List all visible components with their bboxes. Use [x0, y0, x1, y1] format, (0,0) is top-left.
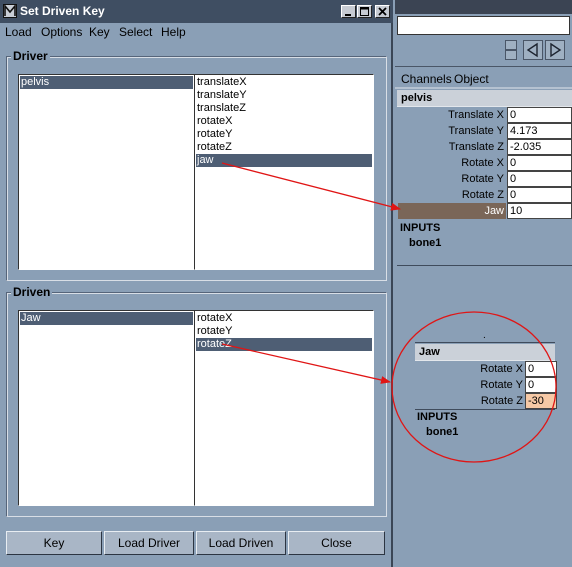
maximize-icon: [360, 7, 369, 16]
callout-bottom-line: [415, 409, 555, 410]
maximize-button[interactable]: [357, 5, 372, 18]
driver-attr-rotatez[interactable]: rotateZ: [196, 141, 372, 154]
driven-attr-rotatex[interactable]: rotateX: [196, 312, 372, 325]
load-driven-button[interactable]: Load Driven: [196, 531, 286, 555]
close-icon: [378, 7, 387, 16]
driven-object-item[interactable]: Jaw: [20, 312, 193, 325]
callout-dot: .: [483, 330, 486, 341]
driven-group: Driven Jaw rotateX rotateY rotateZ: [6, 285, 387, 517]
attr-value-field-highlighted[interactable]: -30: [525, 393, 557, 409]
next-button[interactable]: [545, 40, 565, 60]
attr-label: Rotate Z: [480, 395, 523, 407]
title-bar[interactable]: Set Driven Key: [0, 0, 393, 23]
key-button[interactable]: Key: [6, 531, 102, 555]
attr-value-field[interactable]: 0: [507, 187, 572, 203]
driver-attr-jaw[interactable]: jaw: [196, 154, 372, 167]
attr-value-field[interactable]: 0: [507, 107, 572, 123]
attr-label: Rotate Y: [480, 379, 523, 391]
driver-attr-translatez[interactable]: translateZ: [196, 102, 372, 115]
driven-object-list[interactable]: Jaw: [18, 310, 195, 506]
driven-attr-rotatey[interactable]: rotateY: [196, 325, 372, 338]
attr-value-field[interactable]: 0: [525, 377, 557, 393]
menu-load[interactable]: Load: [5, 25, 32, 39]
menu-bar: Load Options Key Select Help: [0, 23, 393, 41]
attr-value-field[interactable]: 0: [507, 155, 572, 171]
minimize-icon: [345, 14, 351, 16]
attr-label: Translate Y: [448, 125, 504, 137]
load-driver-button[interactable]: Load Driver: [104, 531, 194, 555]
driver-attr-rotatey[interactable]: rotateY: [196, 128, 372, 141]
attr-row-translate-y[interactable]: Translate Y 4.173: [395, 123, 572, 139]
callout-attr-row-rotate-z[interactable]: Rotate Z -30: [415, 393, 557, 409]
channel-box-divider: [395, 87, 572, 89]
window-title: Set Driven Key: [20, 4, 105, 18]
driven-attribute-list[interactable]: rotateX rotateY rotateZ: [194, 310, 374, 506]
attr-row-rotate-y[interactable]: Rotate Y 0: [395, 171, 572, 187]
attr-value-field[interactable]: 10: [507, 203, 572, 219]
inputs-node-bone1[interactable]: bone1: [409, 237, 441, 249]
inputs-label: INPUTS: [400, 222, 441, 234]
driver-object-list[interactable]: pelvis: [18, 74, 195, 270]
callout-inputs-label: INPUTS: [417, 411, 458, 423]
previous-button[interactable]: [523, 40, 543, 60]
callout-top-line: [415, 342, 555, 343]
maya-logo-icon: [3, 4, 17, 18]
node-header-jaw[interactable]: Jaw: [415, 344, 555, 361]
menu-key[interactable]: Key: [89, 25, 110, 39]
attr-label: Rotate X: [461, 157, 504, 169]
attr-row-jaw[interactable]: Jaw 10: [395, 203, 572, 219]
attr-value-field[interactable]: 0: [507, 171, 572, 187]
driven-group-label: Driven: [11, 285, 53, 299]
menu-options[interactable]: Options: [41, 25, 82, 39]
driver-object-item[interactable]: pelvis: [20, 76, 193, 89]
menu-help[interactable]: Help: [161, 25, 186, 39]
node-header-pelvis[interactable]: pelvis: [397, 90, 572, 107]
channel-box-panel: Channels Object pelvis Translate X 0 Tra…: [395, 0, 572, 567]
channel-box-input-field[interactable]: [397, 16, 570, 35]
driver-group-label: Driver: [11, 49, 50, 63]
driver-attr-translatey[interactable]: translateY: [196, 89, 372, 102]
menu-select[interactable]: Select: [119, 25, 152, 39]
triangle-left-icon: [526, 42, 538, 58]
set-driven-key-window: Set Driven Key Load Options Key Select H…: [0, 0, 393, 567]
channel-box-top-bar: [395, 0, 572, 14]
callout-inputs-node-bone1[interactable]: bone1: [426, 426, 458, 438]
driver-group: Driver pelvis translateX translateY tran…: [6, 49, 387, 281]
attr-row-translate-x[interactable]: Translate X 0: [395, 107, 572, 123]
object-menu[interactable]: Object: [454, 72, 489, 86]
driven-attr-rotatez[interactable]: rotateZ: [196, 338, 372, 351]
attr-value-field[interactable]: -2.035: [507, 139, 572, 155]
attr-value-field[interactable]: 4.173: [507, 123, 572, 139]
attr-label: Rotate Z: [461, 189, 504, 201]
attr-label: Translate Z: [448, 141, 504, 153]
spin-up-button[interactable]: [505, 40, 517, 50]
driver-attribute-list[interactable]: translateX translateY translateZ rotateX…: [194, 74, 374, 270]
driver-attr-translatex[interactable]: translateX: [196, 76, 372, 89]
attr-label-highlighted: Jaw: [398, 203, 506, 219]
attr-label: Rotate X: [480, 363, 523, 375]
attr-row-translate-z[interactable]: Translate Z -2.035: [395, 139, 572, 155]
callout-attr-row-rotate-x[interactable]: Rotate X 0: [415, 361, 557, 377]
callout-attr-row-rotate-y[interactable]: Rotate Y 0: [415, 377, 557, 393]
attr-label: Translate X: [448, 109, 504, 121]
minimize-button[interactable]: [341, 5, 356, 18]
driver-attr-rotatex[interactable]: rotateX: [196, 115, 372, 128]
attr-value-field[interactable]: 0: [525, 361, 557, 377]
spin-down-button[interactable]: [505, 50, 517, 60]
channel-box-separator: [397, 265, 572, 266]
attr-label: Rotate Y: [461, 173, 504, 185]
triangle-right-icon: [550, 42, 562, 58]
close-window-button[interactable]: [375, 5, 390, 18]
attr-row-rotate-x[interactable]: Rotate X 0: [395, 155, 572, 171]
close-button[interactable]: Close: [288, 531, 385, 555]
attr-row-rotate-z[interactable]: Rotate Z 0: [395, 187, 572, 203]
channels-menu[interactable]: Channels: [401, 72, 452, 86]
